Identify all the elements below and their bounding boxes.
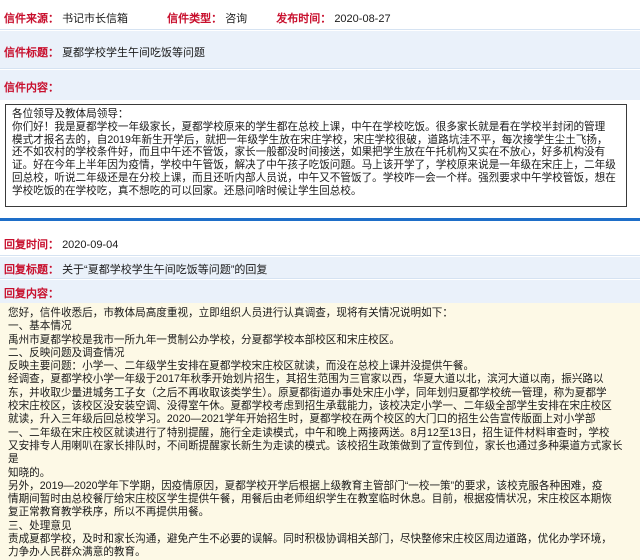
- reply-line: 反映主要问题：小学一、二年级学生安排在夏都学校宋庄校区就读，而没在总校上课并没提…: [8, 360, 475, 373]
- reply-line: 就读，升入三年级后回总校学习。2020—2021学年开始招生时，夏都学校在两个校…: [8, 413, 596, 426]
- reply-content-box: 您好，信件收悉后，市教体局高度重视，立即组织人员进行认真调查，现将有关情况说明如…: [0, 303, 640, 560]
- letter-line: 回总校，听说二年级还是在分校上课，而且还听内部人员说，中午又不管饭了。学校咋一会…: [12, 171, 616, 184]
- reply-line: 力争办人民群众满意的教育。: [8, 546, 146, 559]
- reply-time-row: 回复时间： 2020-09-04: [0, 228, 640, 256]
- reply-title-value: 关于“夏都学校学生午间吃饭等问题”的回复: [62, 264, 268, 276]
- type-value: 咨询: [225, 13, 248, 25]
- section-divider: [0, 218, 640, 221]
- reply-line: 情期间暂时由总校餐厅给宋庄校区学生提供午餐，用餐后由老师组织学生在教室临时休息。…: [8, 493, 612, 506]
- reply-line: 另外，2019—2020学年下学期，因疫情原因，夏都学校开学后根据上级教育主管部…: [8, 479, 603, 492]
- letter-title-row: 信件标题： 夏都学校学生午间吃饭等问题: [0, 31, 640, 69]
- reply-line: 责成夏都学校，及时和家长沟通，避免产生不必要的误解。同时积极协调相关部门，尽快整…: [8, 533, 612, 546]
- date-label: 发布时间：: [276, 13, 332, 25]
- letter-content-label-row: 信件内容：: [0, 70, 640, 100]
- reply-title-label: 回复标题：: [4, 264, 59, 276]
- letter-title-value: 夏都学校学生午间吃饭等问题: [62, 47, 206, 59]
- source-label: 信件来源：: [4, 13, 59, 25]
- reply-line: 校宋庄校区，该校区没安装空调、没得室午休。夏都学校考虑到招生承载能力，该校决定小…: [8, 400, 612, 413]
- letter-line: 证。好在今年上半年因为疫情，学校中午管饭，解决了中午孩子吃饭问题。马上该开学了，…: [12, 159, 616, 172]
- reply-time-label: 回复时间：: [4, 239, 59, 251]
- reply-line: 您好，信件收悉后，市教体局高度重视，立即组织人员进行认真调查，现将有关情况说明如…: [8, 307, 453, 319]
- letter-line: 还不如农村的学校条件好，而且中午还不管饭，家长一般都没时间接送，如果把学生放在午…: [12, 146, 606, 159]
- reply-line: 复正常教育教学秩序，所以不再提供用餐。: [8, 506, 210, 519]
- letter-line: 你们好！我是夏都学校一年级家长，夏都学校原来的学生都在总校上课，中午在学校吃饭。…: [12, 120, 606, 133]
- letter-meta-row: 信件来源： 书记市长信箱 信件类型： 咨询 发布时间： 2020-08-27: [0, 0, 640, 30]
- reply-line: 又安排专人用喇叭在家长排队时，不间断提醒家长新生为走读的模式。该校招生政策做到了…: [8, 439, 623, 466]
- letter-title-label: 信件标题：: [4, 47, 59, 59]
- reply-time-value: 2020-09-04: [62, 239, 119, 251]
- reply-line: 知晓的。: [8, 466, 51, 479]
- letter-line: 学校吃饭的在学校吃，真不想吃的可以回家。还恳问啥时候让学生回总校。: [12, 184, 362, 197]
- reply-content-label-row: 回复内容：: [0, 280, 640, 303]
- reply-line: 禹州市夏都学校是我市一所九年一贯制公办学校，分夏都学校本部校区和宋庄校区。: [8, 333, 400, 346]
- letter-content-box: 各位领导及教体局领导： 你们好！我是夏都学校一年级家长，夏都学校原来的学生都在总…: [5, 104, 627, 207]
- reply-title-row: 回复标题： 关于“夏都学校学生午间吃饭等问题”的回复: [0, 257, 640, 279]
- reply-line: 经调查，夏都学校小学一年级于2017年秋季开始划片招生，其招生范围为三官家以西，…: [8, 373, 604, 386]
- reply-heading: 一、基本情况: [8, 320, 72, 333]
- reply-line: 一、二年级在宋庄校区就读进行了特别提醒，施行全走读模式，中午和晚上两接两送。8月…: [8, 426, 610, 439]
- reply-heading: 二、反映问题及调查情况: [8, 346, 125, 359]
- reply-line: 东，并收取少量进城务工子女（之后不再收取该类学生）。原夏都街道办事处宋庄小学，同…: [8, 386, 607, 399]
- date-value: 2020-08-27: [334, 13, 391, 25]
- reply-content-label: 回复内容：: [4, 288, 59, 300]
- letter-content-label: 信件内容：: [4, 82, 59, 94]
- letter-line: 模式才报名去的，自2019年新生开学后，就把一年级学生放在宋庄学校，宋庄学校很破…: [12, 133, 608, 146]
- source-value: 书记市长信箱: [62, 13, 129, 25]
- type-label: 信件类型：: [167, 13, 223, 25]
- reply-heading: 三、处理意见: [8, 519, 72, 532]
- letter-line: 各位领导及教体局领导：: [12, 108, 129, 120]
